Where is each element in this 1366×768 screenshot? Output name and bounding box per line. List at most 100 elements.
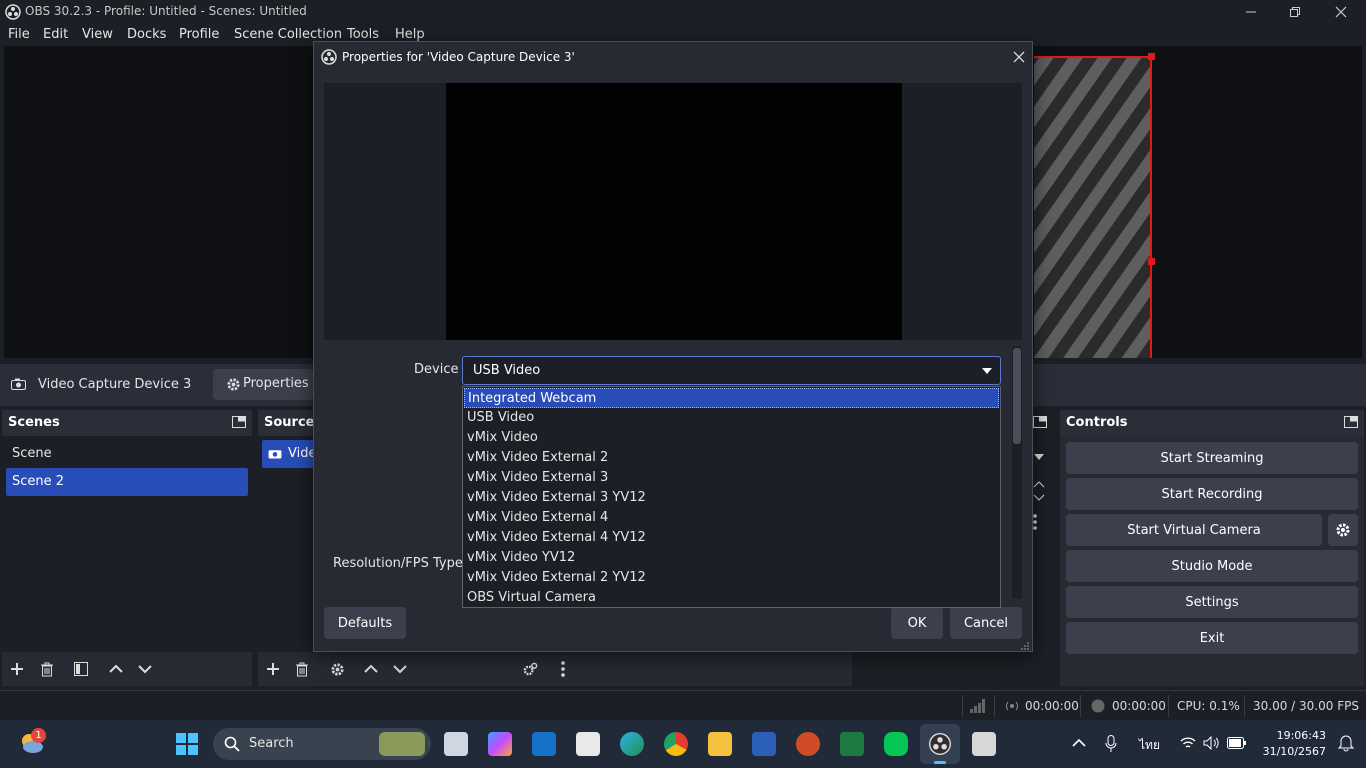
camera-icon	[268, 448, 282, 459]
chrome-icon[interactable]	[664, 732, 688, 756]
windows-start-icon[interactable]	[176, 733, 198, 755]
transform-handle[interactable]	[1148, 258, 1155, 265]
notification-bell-icon[interactable]	[1338, 734, 1354, 752]
input-language[interactable]: ไทย	[1139, 736, 1160, 755]
device-option[interactable]: vMix Video External 3 YV12	[464, 488, 999, 508]
device-option[interactable]: OBS Virtual Camera	[464, 588, 999, 608]
scenes-dock: Scenes Scene Scene 2	[2, 410, 252, 686]
chevron-up-icon[interactable]	[1072, 738, 1086, 748]
move-scene-up-button[interactable]	[103, 656, 129, 682]
camera-icon	[11, 378, 26, 390]
file-explorer-icon[interactable]	[708, 732, 732, 756]
window-title: OBS 30.2.3 - Profile: Untitled - Scenes:…	[25, 4, 307, 18]
source-properties-button[interactable]	[324, 656, 350, 682]
taskbar-clock[interactable]: 19:06:43 31/10/2567	[1263, 728, 1326, 760]
taskbar-search-box[interactable]: Search	[213, 728, 431, 760]
defaults-button[interactable]: Defaults	[324, 607, 406, 639]
add-scene-button[interactable]	[4, 656, 30, 682]
settings-button[interactable]: Settings	[1066, 586, 1358, 618]
word-icon[interactable]	[752, 732, 776, 756]
start-virtual-camera-button[interactable]: Start Virtual Camera	[1066, 514, 1322, 546]
resize-grip-icon[interactable]	[1021, 642, 1029, 650]
cancel-button[interactable]: Cancel	[950, 607, 1022, 639]
virtual-camera-config-button[interactable]	[1328, 514, 1358, 546]
exit-button[interactable]: Exit	[1066, 622, 1358, 654]
transform-handle[interactable]	[1148, 53, 1155, 60]
scenes-title: Scenes	[8, 415, 60, 430]
obs-taskbar-button[interactable]	[920, 724, 960, 764]
speaker-icon[interactable]	[1203, 736, 1221, 750]
move-scene-down-button[interactable]	[132, 656, 158, 682]
outlook-icon[interactable]	[532, 732, 556, 756]
scrollbar-thumb[interactable]	[1013, 348, 1021, 444]
close-window-button[interactable]	[1318, 0, 1364, 24]
float-dock-icon[interactable]	[232, 416, 246, 428]
powerpoint-icon[interactable]	[796, 732, 820, 756]
device-option[interactable]: vMix Video YV12	[464, 548, 999, 568]
menu-view[interactable]: View	[82, 27, 113, 42]
stream-status-icon	[1005, 700, 1019, 712]
record-time: 00:00:00	[1112, 699, 1166, 713]
scene-item-selected[interactable]: Scene 2	[6, 468, 248, 496]
menu-docks[interactable]: Docks	[127, 27, 166, 42]
start-streaming-button[interactable]: Start Streaming	[1066, 442, 1358, 474]
spin-up-icon[interactable]	[1033, 480, 1045, 488]
device-option[interactable]: vMix Video External 2	[464, 448, 999, 468]
dialog-close-button[interactable]	[1010, 48, 1028, 66]
menu-file[interactable]: File	[8, 27, 30, 42]
mixer-settings-button[interactable]	[517, 656, 543, 682]
device-option[interactable]: vMix Video External 2 YV12	[464, 568, 999, 588]
task-view-icon[interactable]	[444, 732, 468, 756]
device-select[interactable]: USB Video	[462, 356, 1001, 385]
move-source-up-button[interactable]	[358, 656, 384, 682]
device-option[interactable]: vMix Video External 3	[464, 468, 999, 488]
properties-button[interactable]: Properties	[213, 369, 313, 400]
mixer-menu-icon[interactable]	[550, 656, 576, 682]
wifi-icon[interactable]	[1180, 737, 1196, 749]
transition-menu-icon[interactable]	[1033, 514, 1037, 530]
add-source-button[interactable]	[260, 656, 286, 682]
weather-badge: 1	[31, 728, 46, 743]
title-bar: OBS 30.2.3 - Profile: Untitled - Scenes:…	[0, 0, 1366, 24]
restore-button[interactable]	[1272, 0, 1318, 24]
remove-scene-button[interactable]	[34, 656, 60, 682]
menu-profile[interactable]: Profile	[179, 27, 219, 42]
controls-body: Start Streaming Start Recording Start Vi…	[1060, 436, 1364, 686]
transform-outline-top	[1034, 56, 1152, 58]
resolution-fps-type-label: Resolution/FPS Type	[333, 556, 463, 571]
device-option[interactable]: vMix Video	[464, 428, 999, 448]
menu-scene-collection[interactable]: Scene Collection	[234, 27, 342, 42]
device-option[interactable]: vMix Video External 4 YV12	[464, 528, 999, 548]
microphone-icon[interactable]	[1105, 735, 1117, 753]
menu-help[interactable]: Help	[395, 27, 425, 42]
move-source-down-button[interactable]	[387, 656, 413, 682]
clock-date: 31/10/2567	[1262, 745, 1326, 758]
device-option-highlighted[interactable]: Integrated Webcam	[464, 388, 999, 408]
device-option[interactable]: USB Video	[464, 408, 999, 428]
studio-mode-button[interactable]: Studio Mode	[1066, 550, 1358, 582]
spin-down-icon[interactable]	[1033, 494, 1045, 502]
scene-item[interactable]: Scene	[6, 440, 248, 468]
remove-source-button[interactable]	[289, 656, 315, 682]
menu-tools[interactable]: Tools	[347, 27, 379, 42]
chevron-down-icon[interactable]	[1033, 453, 1045, 461]
float-dock-icon[interactable]	[1033, 416, 1047, 428]
edge-icon[interactable]	[620, 732, 644, 756]
excel-icon[interactable]	[840, 732, 864, 756]
store-icon[interactable]	[576, 732, 600, 756]
minimize-button[interactable]	[1228, 0, 1274, 24]
dialog-scrollbar[interactable]	[1012, 346, 1022, 599]
clock-time: 19:06:43	[1276, 729, 1326, 742]
menu-edit[interactable]: Edit	[43, 27, 68, 42]
device-option[interactable]: vMix Video External 4	[464, 508, 999, 528]
copilot-icon[interactable]	[488, 732, 512, 756]
line-icon[interactable]	[884, 732, 908, 756]
battery-icon[interactable]	[1227, 737, 1247, 749]
transform-outline-right	[1150, 56, 1152, 358]
scene-filters-button[interactable]	[68, 656, 94, 682]
scenes-toolbar	[2, 652, 252, 686]
float-dock-icon[interactable]	[1344, 416, 1358, 428]
app-icon[interactable]	[972, 732, 996, 756]
start-recording-button[interactable]: Start Recording	[1066, 478, 1358, 510]
ok-button[interactable]: OK	[891, 607, 943, 639]
